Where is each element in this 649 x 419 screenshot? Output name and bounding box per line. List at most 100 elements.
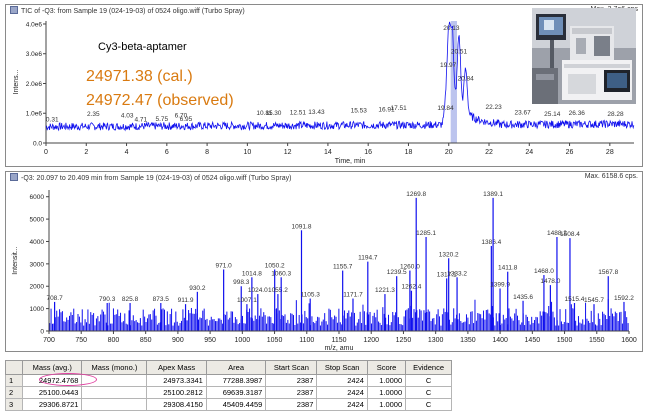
x-tick-label: 8 — [205, 149, 209, 156]
peak-label: 20.13 — [443, 25, 460, 32]
table-cell: 1.0000 — [366, 398, 407, 411]
table-cell: 2387 — [265, 374, 318, 387]
column-header[interactable]: Apex Mass — [146, 360, 207, 375]
peak-label: 1024.0 — [248, 287, 268, 294]
row-index-cell: 1 — [5, 374, 23, 387]
x-tick-label: 12 — [284, 149, 292, 156]
table-cell: 2424 — [316, 398, 368, 411]
tic-chart-panel: TIC of -Q3: from Sample 19 (024-19-03) o… — [5, 4, 643, 167]
table-cell: 2387 — [265, 398, 318, 411]
peak-label: 1007.1 — [237, 297, 257, 304]
peak-label: 1171.7 — [343, 292, 363, 299]
table-cell: 1.0000 — [366, 374, 407, 387]
peak-label: 22.23 — [486, 104, 503, 111]
peak-label: 1105.3 — [300, 292, 320, 299]
peak-label: 1155.7 — [333, 264, 353, 271]
peak-label: 1091.8 — [292, 223, 312, 230]
column-header[interactable]: Evidence — [405, 360, 452, 375]
calculated-mass-caption: 24971.38 (cal.) — [86, 68, 193, 85]
peak-label: 5.75 — [155, 116, 168, 123]
table-cell: C — [405, 374, 452, 387]
x-tick-label: 1200 — [363, 337, 379, 344]
x-tick-label: 1550 — [589, 337, 605, 344]
table-cell — [81, 398, 148, 411]
x-tick-label: 2 — [84, 149, 88, 156]
peak-label: 1221.3 — [375, 287, 395, 294]
y-tick-label: 2.0e6 — [26, 81, 43, 88]
table-row[interactable]: 2 25100.0443 25100.2812 69639.3187 2387 2424 1… — [5, 386, 452, 399]
peak-label: 971.0 — [216, 262, 233, 269]
mass-spectrum-chart[interactable]: 708.7 790.3 825.8 873.5 911.9930.2971.0998.3… — [6, 172, 642, 351]
peak-label: 1060.3 — [271, 270, 291, 277]
table-cell: C — [405, 386, 452, 399]
row-index-cell: 2 — [5, 386, 23, 399]
peak-label: 911.9 — [178, 297, 194, 304]
peak-label: 1508.4 — [560, 231, 580, 238]
x-tick-label: 1100 — [299, 337, 314, 344]
column-header[interactable]: Area — [205, 360, 267, 375]
x-tick-label: 10 — [243, 149, 251, 156]
table-cell: 2387 — [265, 386, 318, 399]
x-tick-label: 22 — [485, 149, 493, 156]
peak-label: 4.71 — [135, 116, 148, 123]
peak-label: 1055.2 — [268, 287, 288, 294]
x-tick-label: 1350 — [460, 337, 476, 344]
column-header[interactable] — [5, 360, 23, 375]
peak-label: 19.97 — [440, 62, 457, 69]
table-cell: 77288.3987 — [205, 374, 267, 387]
table-cell: 29306.8721 — [21, 398, 83, 411]
column-header[interactable]: Stop Scan — [316, 360, 368, 375]
peak-label: 1260.0 — [400, 264, 420, 271]
peak-label: 998.3 — [233, 279, 250, 286]
peak-label: 15.53 — [351, 108, 368, 115]
peak-label: 17.51 — [390, 105, 407, 112]
x-tick-label: 1250 — [396, 337, 412, 344]
x-tick-label: 1450 — [525, 337, 541, 344]
peak-label: 20.51 — [451, 49, 468, 56]
peak-label: 1386.4 — [481, 239, 501, 246]
peak-label: 1333.2 — [447, 270, 467, 277]
observed-mass-caption: 24972.47 (observed) — [86, 92, 234, 109]
peak-label: 1389.1 — [483, 191, 503, 198]
table-cell: 2424 — [316, 374, 368, 387]
peak-label: 1411.8 — [498, 265, 518, 272]
peak-label: 26.36 — [569, 110, 586, 117]
peak-label: 1545.7 — [584, 297, 604, 304]
x-tick-label: 850 — [140, 337, 152, 344]
table-cell: 25100.0443 — [21, 386, 83, 399]
y-axis-label: Intens... — [13, 69, 20, 94]
x-tick-label: 950 — [204, 337, 216, 344]
x-tick-label: 1050 — [267, 337, 283, 344]
peak-label: 1320.2 — [439, 251, 459, 258]
x-tick-label: 1400 — [492, 337, 508, 344]
y-tick-label: 3000 — [30, 261, 45, 268]
peak-label: 1262.4 — [401, 284, 421, 291]
y-tick-label: 4.0e6 — [26, 21, 43, 28]
x-tick-label: 1300 — [428, 337, 444, 344]
x-tick-label: 1000 — [235, 337, 251, 344]
row-index-cell: 3 — [5, 398, 23, 411]
y-tick-label: 6000 — [30, 194, 45, 201]
peak-label: 6.95 — [180, 116, 193, 123]
x-tick-label: 20 — [445, 149, 453, 156]
x-tick-label: 900 — [172, 337, 184, 344]
table-cell: 24973.3341 — [146, 374, 207, 387]
table-row[interactable]: 3 29306.8721 29308.4150 45409.4459 2387 2424 1… — [5, 398, 452, 411]
column-header[interactable]: Start Scan — [265, 360, 318, 375]
column-header[interactable]: Score — [366, 360, 407, 375]
column-header[interactable]: Mass (mono.) — [81, 360, 148, 375]
x-tick-label: 700 — [43, 337, 55, 344]
sample-name-caption: Cy3-beta-aptamer — [98, 41, 187, 53]
x-tick-label: 4 — [125, 149, 129, 156]
x-tick-label: 750 — [75, 337, 87, 344]
table-cell: 1.0000 — [366, 386, 407, 399]
peak-label: 28.28 — [607, 111, 624, 118]
peak-label: 1285.1 — [416, 230, 436, 237]
table-cell: 29308.4150 — [146, 398, 207, 411]
peak-label: 1515.4 — [565, 296, 585, 303]
table-cell: 45409.4459 — [205, 398, 267, 411]
peak-label: 1014.8 — [242, 270, 262, 277]
peak-label: 4.03 — [121, 112, 134, 119]
x-tick-label: 1500 — [557, 337, 573, 344]
x-tick-label: 14 — [324, 149, 332, 156]
